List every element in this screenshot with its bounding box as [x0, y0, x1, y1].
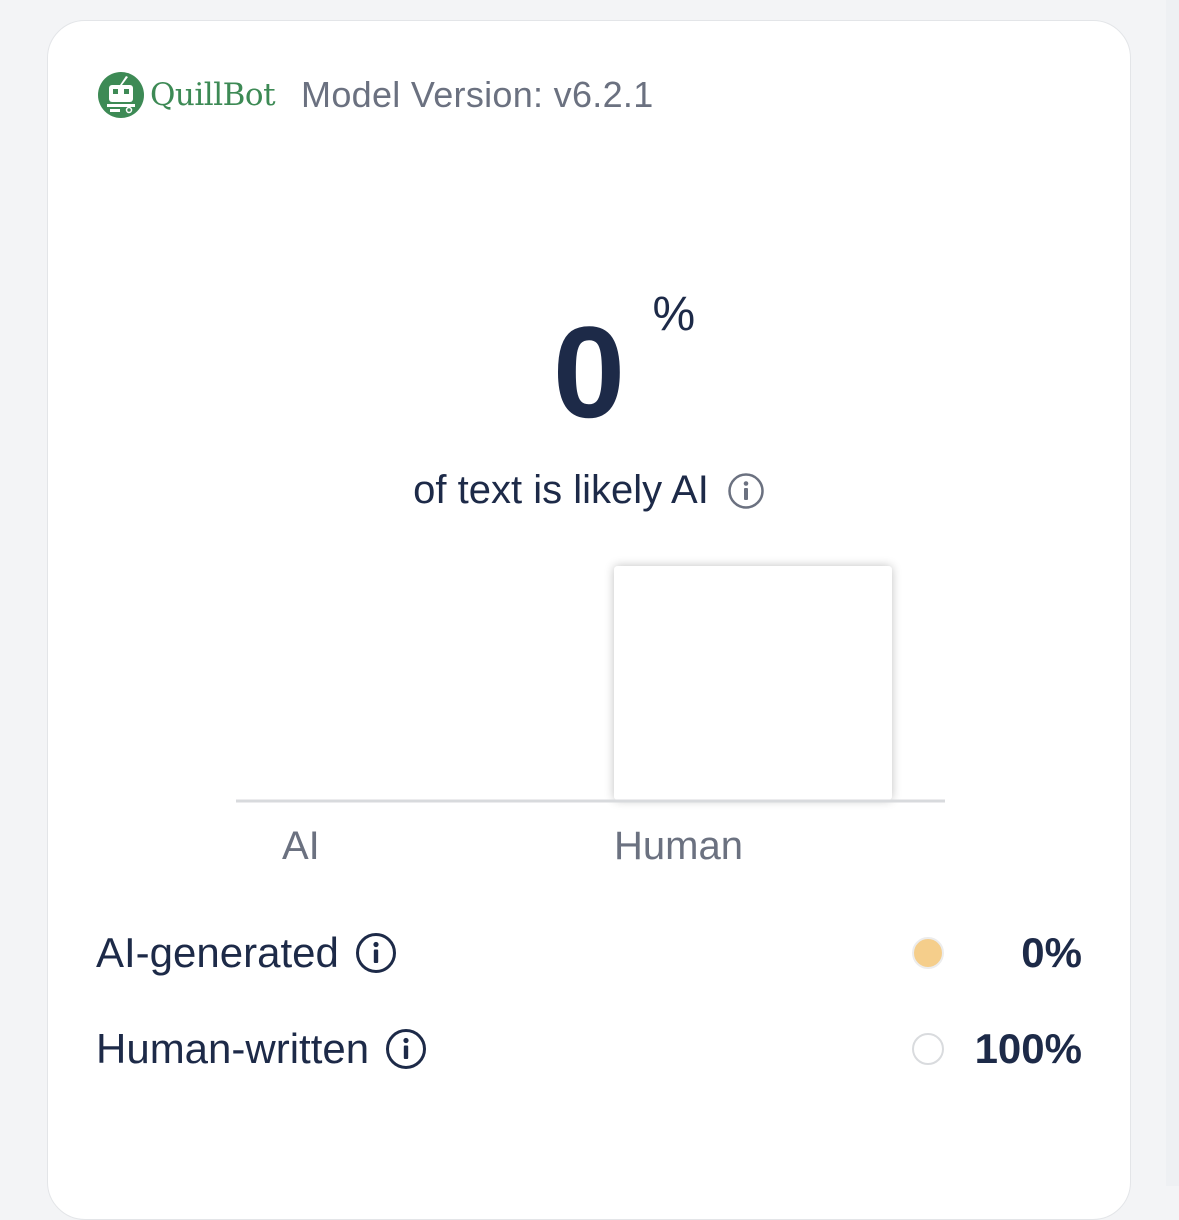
- ai-generated-percent: 0%: [1021, 929, 1082, 976]
- bar-human: [614, 566, 892, 800]
- ai-human-bar-chart: AI Human: [236, 566, 945, 868]
- x-label-ai: AI: [282, 824, 320, 868]
- scrollbar-track: [1166, 0, 1179, 1186]
- legend-label-human-written: Human-written: [96, 1025, 370, 1072]
- legend-row-human: Human-written 100%: [96, 1019, 1082, 1079]
- info-icon[interactable]: [355, 932, 397, 974]
- legend-label-ai-generated: AI-generated: [96, 929, 339, 976]
- ai-color-dot: [912, 937, 944, 969]
- human-color-dot: [912, 1033, 944, 1065]
- ai-detector-card: QuillBot Model Version: v6.2.1 0 % of te…: [47, 20, 1131, 1220]
- info-icon[interactable]: [385, 1028, 427, 1070]
- human-written-percent: 100%: [974, 1025, 1082, 1072]
- x-label-human: Human: [614, 824, 743, 868]
- legend-row-ai: AI-generated 0%: [96, 923, 1082, 983]
